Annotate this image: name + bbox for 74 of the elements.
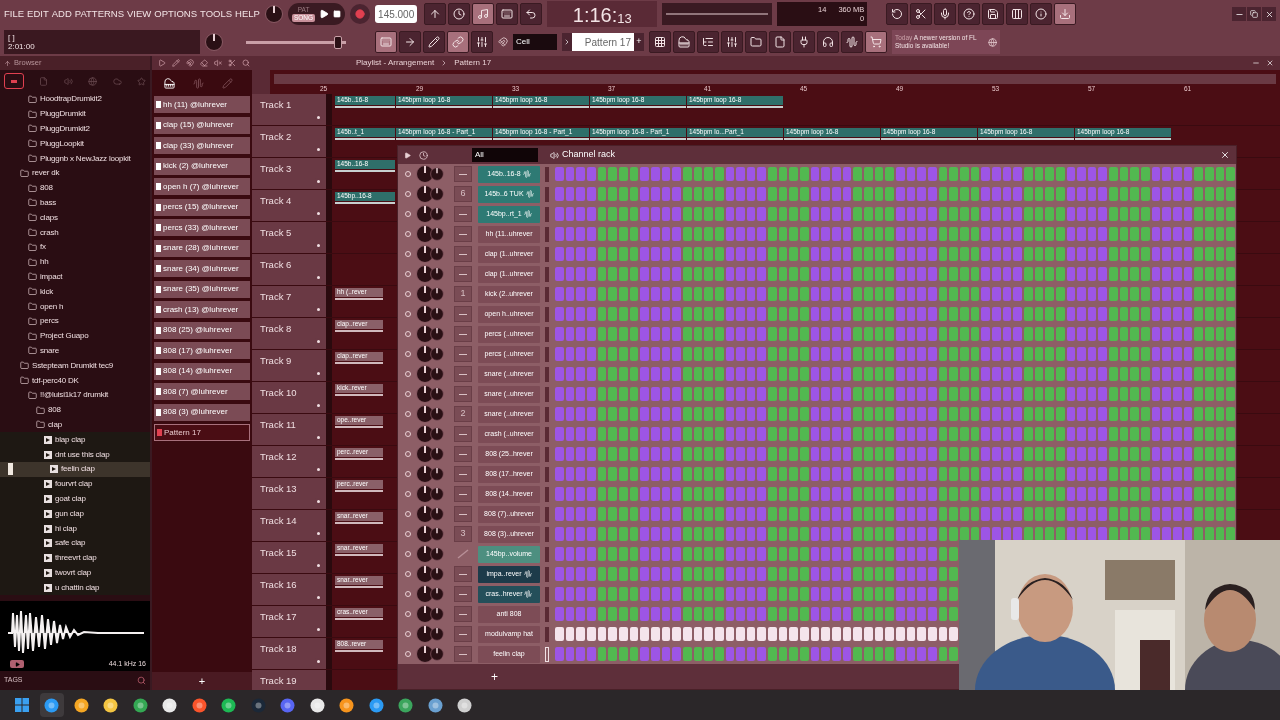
filter-dropdown[interactable]: All — [472, 148, 538, 162]
menu-item[interactable]: OPTIONS — [154, 9, 198, 19]
tree-item[interactable]: impact — [0, 270, 63, 283]
tree-item[interactable]: PluggDrumkit — [0, 108, 86, 121]
tree-item[interactable]: kick — [0, 285, 53, 298]
pattern-item[interactable]: snare (34) @luhrever — [154, 260, 250, 277]
menu-item[interactable]: TOOLS — [200, 9, 233, 19]
snap-dropdown[interactable]: Cell — [513, 34, 557, 50]
track-name[interactable]: Track 9 — [260, 353, 292, 368]
tree-item[interactable]: HoodtrapDrumkit2 — [0, 93, 102, 106]
tempo-display[interactable]: 145.000 — [375, 5, 418, 23]
tree-item[interactable]: !!@luisi1k17 drumkit — [0, 389, 109, 402]
tree-item[interactable]: 808 — [0, 404, 61, 417]
pattern-item[interactable]: 808 (7) @luhrever — [154, 383, 250, 400]
pattern-item[interactable]: percs (15) @luhrever — [154, 198, 250, 216]
menu-item[interactable]: EDIT — [27, 9, 49, 19]
pattern-item[interactable]: clap (15) @luhrever — [154, 116, 250, 134]
menu-item[interactable]: ADD — [51, 9, 72, 19]
tree-item[interactable]: tdf-perc40 DK — [0, 374, 79, 387]
tree-item[interactable]: rever dk — [0, 167, 60, 180]
track-name[interactable]: Track 3 — [260, 161, 292, 176]
tree-item[interactable]: 808 — [0, 182, 53, 195]
pattern-item[interactable]: clap (33) @luhrever — [154, 137, 250, 154]
tree-item[interactable]: bass — [0, 196, 57, 209]
menu-item[interactable]: PATTERNS — [74, 9, 125, 19]
tree-item[interactable]: clap — [0, 418, 62, 431]
track-name[interactable]: Track 5 — [260, 225, 292, 240]
window-subtitle: Pattern 17 — [454, 57, 492, 69]
window-title: Playlist - Arrangement — [356, 57, 435, 69]
tree-item[interactable]: snare — [0, 344, 59, 357]
menu-item[interactable]: FILE — [4, 9, 25, 19]
pattern-selector[interactable]: Pattern 17 — [572, 33, 634, 51]
pattern-item[interactable]: snare (28) @luhrever — [154, 239, 250, 257]
tree-item[interactable]: PluggDrumkit2 — [0, 123, 90, 135]
tree-item[interactable]: Pluggnb x NewJazz loopkit — [0, 152, 131, 165]
mixer-track-field[interactable]: 2 — [454, 406, 472, 422]
pattern-item[interactable]: hh (11) @luhrever — [154, 96, 250, 113]
tree-item[interactable]: PluggLoopkit — [0, 137, 84, 150]
hint-text: [ ] — [8, 33, 16, 42]
window-title: Channel rack — [562, 148, 616, 162]
pattern-item[interactable]: 808 (25) @luhrever — [154, 321, 250, 339]
add-channel-button[interactable]: + — [491, 670, 498, 683]
tree-item[interactable]: Project Guapo — [0, 330, 89, 343]
track-name[interactable]: Track 4 — [260, 193, 292, 208]
add-pattern-button[interactable]: + — [634, 33, 644, 51]
hint-value: 2:01:00 — [8, 42, 36, 51]
pattern-item[interactable]: 808 (17) @luhrever — [154, 342, 250, 359]
tree-item[interactable]: crash — [0, 226, 59, 239]
pattern-item[interactable]: kick (2) @luhrever — [154, 157, 250, 175]
tree-item[interactable]: hh — [0, 256, 49, 269]
track-name[interactable]: Track 7 — [260, 289, 292, 304]
menu-item[interactable]: HELP — [235, 9, 260, 19]
tree-item[interactable]: Sstepteam Drumkit tec9 — [0, 359, 113, 372]
pattern-item[interactable]: open h (7) @luhrever — [154, 178, 250, 195]
pattern-item[interactable]: snare (35) @luhrever — [154, 280, 250, 298]
mixer-track-field[interactable]: 1 — [454, 286, 472, 302]
mixer-track-field[interactable]: 3 — [454, 526, 472, 542]
pattern-item[interactable]: percs (33) @luhrever — [154, 219, 250, 236]
time-display: 1:16:13 — [547, 1, 658, 27]
mixer-track-field[interactable]: 6 — [454, 186, 472, 202]
track-name[interactable]: Track 8 — [260, 321, 292, 336]
tree-item[interactable]: open h — [0, 300, 64, 313]
tree-item[interactable]: percs — [0, 315, 59, 328]
tree-item[interactable]: claps — [0, 211, 58, 224]
menu-item[interactable]: VIEW — [127, 9, 152, 19]
track-name[interactable]: Track 2 — [260, 129, 292, 144]
pattern-item[interactable]: Pattern 17 — [154, 424, 250, 441]
pattern-item[interactable]: 808 (3) @luhrever — [154, 403, 250, 421]
pattern-item[interactable]: 808 (14) @luhrever — [154, 362, 250, 380]
track-name[interactable]: Track 1 — [260, 97, 292, 112]
pattern-item[interactable]: crash (13) @luhrever — [154, 301, 250, 318]
tree-item[interactable]: fx — [0, 241, 46, 254]
track-name[interactable]: Track 6 — [260, 257, 292, 272]
add-pattern-button[interactable]: + — [152, 672, 252, 690]
